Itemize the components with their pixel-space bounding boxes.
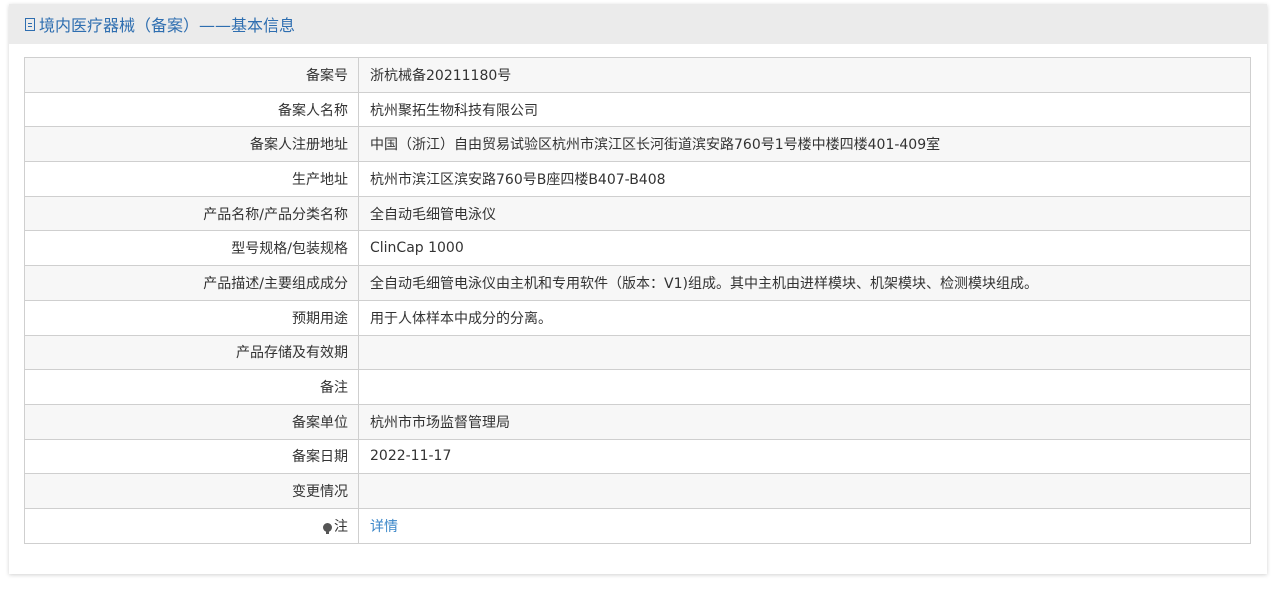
table-row: 备案人注册地址 中国（浙江）自由贸易试验区杭州市滨江区长河街道滨安路760号1号… — [24, 126, 1251, 163]
lightbulb-icon — [323, 522, 332, 534]
details-link[interactable]: 详情 — [370, 519, 398, 535]
row-label: 产品名称/产品分类名称 — [24, 195, 359, 232]
document-icon — [25, 17, 35, 31]
row-label: 备案人注册地址 — [24, 126, 359, 163]
row-value: 杭州聚拓生物科技有限公司 — [358, 91, 1251, 128]
row-label: 变更情况 — [24, 473, 359, 509]
info-panel: 境内医疗器械（备案）——基本信息 备案号 浙杭械备20211180号 备案人名称… — [9, 4, 1267, 574]
table-row: 备注 — [24, 369, 1251, 405]
row-value: 浙杭械备20211180号 — [358, 57, 1251, 93]
note-label-cell: 注 — [24, 507, 359, 544]
row-label: 备注 — [24, 369, 359, 405]
row-value: 全自动毛细管电泳仪 — [358, 195, 1251, 232]
row-value: 杭州市市场监督管理局 — [358, 403, 1251, 440]
row-value — [358, 334, 1251, 371]
row-value — [358, 369, 1251, 405]
note-label: 注 — [334, 518, 348, 535]
row-label: 备案人名称 — [24, 91, 359, 128]
note-row: 注 详情 — [24, 507, 1251, 544]
row-value: 用于人体样本中成分的分离。 — [358, 299, 1251, 336]
row-label: 产品描述/主要组成成分 — [24, 265, 359, 301]
note-value-cell: 详情 — [358, 507, 1251, 544]
row-value: 杭州市滨江区滨安路760号B座四楼B407-B408 — [358, 161, 1251, 197]
row-value: ClinCap 1000 — [358, 230, 1251, 267]
info-table: 备案号 浙杭械备20211180号 备案人名称 杭州聚拓生物科技有限公司 备案人… — [24, 57, 1251, 544]
table-row: 生产地址 杭州市滨江区滨安路760号B座四楼B407-B408 — [24, 161, 1251, 197]
table-row: 预期用途 用于人体样本中成分的分离。 — [24, 299, 1251, 336]
table-row: 变更情况 — [24, 473, 1251, 509]
row-label: 型号规格/包装规格 — [24, 230, 359, 267]
page-title: 境内医疗器械（备案）——基本信息 — [39, 16, 296, 35]
table-row: 产品描述/主要组成成分 全自动毛细管电泳仪由主机和专用软件（版本：V1)组成。其… — [24, 265, 1251, 301]
row-label: 生产地址 — [24, 161, 359, 197]
row-value: 中国（浙江）自由贸易试验区杭州市滨江区长河街道滨安路760号1号楼中楼四楼401… — [358, 126, 1251, 163]
row-value — [358, 473, 1251, 509]
row-value: 2022-11-17 — [358, 438, 1251, 475]
table-row: 备案单位 杭州市市场监督管理局 — [24, 403, 1251, 440]
table-row: 备案号 浙杭械备20211180号 — [24, 57, 1251, 93]
row-value: 全自动毛细管电泳仪由主机和专用软件（版本：V1)组成。其中主机由进样模块、机架模… — [358, 265, 1251, 301]
table-row: 产品名称/产品分类名称 全自动毛细管电泳仪 — [24, 195, 1251, 232]
panel-header: 境内医疗器械（备案）——基本信息 — [9, 4, 1267, 44]
table-row: 备案人名称 杭州聚拓生物科技有限公司 — [24, 91, 1251, 128]
row-label: 备案号 — [24, 57, 359, 93]
row-label: 备案日期 — [24, 438, 359, 475]
row-label: 备案单位 — [24, 403, 359, 440]
row-label: 预期用途 — [24, 299, 359, 336]
table-row: 备案日期 2022-11-17 — [24, 438, 1251, 475]
table-row: 产品存储及有效期 — [24, 334, 1251, 371]
row-label: 产品存储及有效期 — [24, 334, 359, 371]
table-row: 型号规格/包装规格 ClinCap 1000 — [24, 230, 1251, 267]
